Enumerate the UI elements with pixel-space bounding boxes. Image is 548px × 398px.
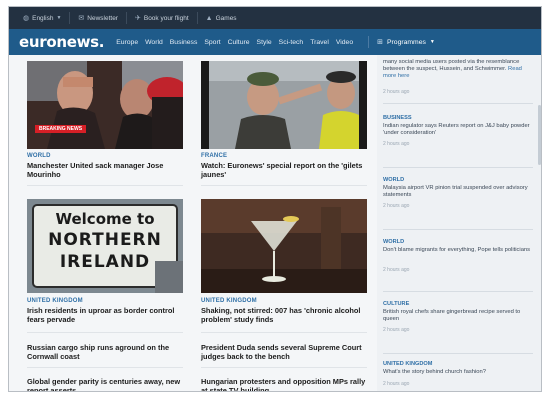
- sidebar-item-text[interactable]: many social media users posted via the r…: [383, 59, 533, 80]
- utility-bar: ◍ English ▼ ✉ Newsletter ✈ Book your fli…: [9, 7, 541, 29]
- language-selector[interactable]: ◍ English ▼: [15, 12, 71, 24]
- martini-photo: [201, 199, 367, 293]
- programmes-menu[interactable]: ⊞ Programmes ▼: [377, 38, 435, 47]
- sidebar-item-time: 2 hours ago: [383, 381, 410, 387]
- games-link[interactable]: ▲ Games: [198, 12, 245, 24]
- sign-line-ireland: IRELAND: [59, 252, 151, 272]
- sidebar-item-text[interactable]: Malaysia airport VR pinion trial suspend…: [383, 185, 533, 199]
- nav-culture[interactable]: Culture: [228, 39, 250, 46]
- chevron-down-icon: ▼: [56, 15, 62, 21]
- article-image-mourinho[interactable]: BREAKING NEWS: [27, 61, 183, 149]
- sidebar-item-category[interactable]: BUSINESS: [383, 115, 412, 121]
- sidebar-item-time: 2 hours ago: [383, 89, 410, 95]
- mourinho-photo: [27, 61, 183, 149]
- sidebar-scrollbar[interactable]: [538, 105, 541, 165]
- sidebar-item-time: 2 hours ago: [383, 327, 410, 333]
- gilets-jaunes-photo: [201, 61, 367, 149]
- divider: [383, 353, 533, 354]
- sidebar-item-text[interactable]: Indian regulator says Reuters report on …: [383, 123, 533, 137]
- sidebar-item-category[interactable]: WORLD: [383, 177, 404, 183]
- article-headline[interactable]: Shaking, not stirred: 007 has 'chronic a…: [201, 306, 367, 324]
- programmes-label: Programmes: [387, 38, 426, 46]
- sidebar-latest-news: many social media users posted via the r…: [377, 55, 541, 391]
- article-category[interactable]: FRANCE: [201, 153, 227, 159]
- nav-world[interactable]: World: [145, 39, 163, 46]
- sign-line-northern: NORTHERN: [48, 230, 162, 250]
- sidebar-item-text[interactable]: Don't blame migrants for everything, Pop…: [383, 247, 533, 254]
- games-label: Games: [215, 14, 237, 22]
- book-flight-link[interactable]: ✈ Book your flight: [127, 12, 198, 24]
- nav-style[interactable]: Style: [257, 39, 272, 46]
- article-headline[interactable]: Hungarian protesters and opposition MPs …: [201, 377, 367, 391]
- divider: [383, 291, 533, 292]
- article-headline[interactable]: Watch: Euronews' special report on the '…: [201, 161, 367, 179]
- newsletter-label: Newsletter: [87, 14, 118, 22]
- nav-travel[interactable]: Travel: [310, 39, 329, 46]
- divider: [383, 167, 533, 168]
- article-headline[interactable]: Irish residents in uproar as border cont…: [27, 306, 189, 324]
- divider: [383, 103, 533, 104]
- divider: [201, 332, 367, 333]
- nav-sport[interactable]: Sport: [204, 39, 220, 46]
- divider: [383, 229, 533, 230]
- nav-video[interactable]: Video: [336, 39, 353, 46]
- sidebar-item-text[interactable]: What's the story behind church fashion?: [383, 369, 533, 376]
- article-category[interactable]: UNITED KINGDOM: [201, 298, 257, 304]
- divider: [201, 185, 367, 186]
- gamepad-icon: ▲: [205, 14, 213, 22]
- article-category[interactable]: UNITED KINGDOM: [27, 298, 83, 304]
- newsletter-link[interactable]: ✉ Newsletter: [70, 12, 127, 24]
- article-image-gilets-jaunes[interactable]: [201, 61, 367, 149]
- divider: [27, 332, 183, 333]
- breaking-news-badge: BREAKING NEWS: [35, 125, 87, 133]
- divider: [201, 367, 367, 368]
- globe-icon: ◍: [23, 15, 30, 22]
- envelope-icon: ✉: [78, 15, 85, 22]
- sign-line-welcome: Welcome to: [55, 210, 155, 228]
- sidebar-item-category[interactable]: CULTURE: [383, 301, 409, 307]
- article-headline[interactable]: Russian cargo ship runs aground on the C…: [27, 343, 189, 361]
- article-headline[interactable]: President Duda sends several Supreme Cou…: [201, 343, 367, 361]
- article-headline[interactable]: Global gender parity is centuries away, …: [27, 377, 189, 391]
- divider: [27, 367, 183, 368]
- plane-icon: ✈: [134, 15, 141, 22]
- nav-europe[interactable]: Europe: [116, 39, 138, 46]
- nav-business[interactable]: Business: [170, 39, 198, 46]
- article-category[interactable]: WORLD: [27, 153, 51, 159]
- article-headline[interactable]: Manchester United sack manager Jose Mour…: [27, 161, 183, 179]
- sidebar-item-text[interactable]: British royal chefs share gingerbread re…: [383, 309, 533, 323]
- sidebar-item-category[interactable]: WORLD: [383, 239, 404, 245]
- article-image-martini[interactable]: [201, 199, 367, 293]
- language-label: English: [32, 14, 54, 22]
- sidebar-item-time: 2 hours ago: [383, 203, 410, 209]
- nav-sci-tech[interactable]: Sci-tech: [279, 39, 304, 46]
- grid-icon: ⊞: [377, 39, 383, 46]
- sidebar-item-snippet: many social media users posted via the r…: [383, 59, 520, 72]
- article-image-northern-ireland[interactable]: Welcome to NORTHERN IRELAND: [27, 199, 183, 293]
- sidebar-item-time: 2 hours ago: [383, 267, 410, 273]
- browser-frame: ◍ English ▼ ✉ Newsletter ✈ Book your fli…: [8, 6, 542, 392]
- sidebar-item-time: 2 hours ago: [383, 141, 410, 147]
- main-nav: euronews. Europe World Business Sport Cu…: [9, 29, 541, 55]
- book-flight-label: Book your flight: [143, 14, 189, 22]
- sign-text: Welcome to NORTHERN IRELAND: [37, 209, 173, 273]
- divider: [27, 185, 183, 186]
- sidebar-item-category[interactable]: UNITED KINGDOM: [383, 361, 432, 367]
- chevron-down-icon: ▼: [429, 39, 435, 45]
- euronews-logo[interactable]: euronews.: [19, 33, 105, 51]
- nav-divider: [368, 36, 370, 48]
